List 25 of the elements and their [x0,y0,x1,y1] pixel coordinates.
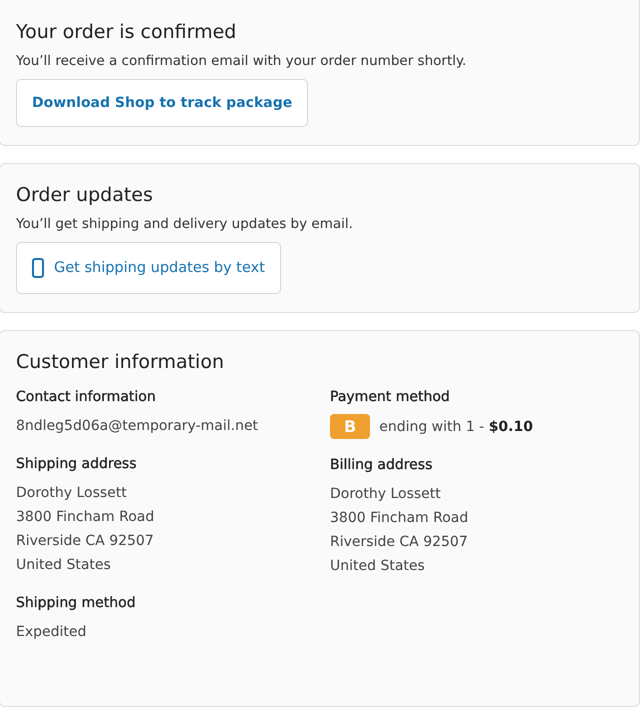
info-text: Dorothy Lossett [16,484,128,503]
card-brand-badge: B [330,414,370,439]
field-heading: Billing address [330,457,434,473]
section-title: Your order is confirmed [16,21,238,43]
field-heading: Contact information [16,389,157,405]
info-text: Expedited [16,623,88,642]
text-updates-button[interactable]: Get shipping updates by text [16,242,281,294]
download-shop-button[interactable]: Download Shop to track package [16,79,308,127]
description-text: You’ll get shipping and delivery updates by email. [16,216,354,232]
phone-icon [32,258,44,278]
info-text: Riverside CA 92507 [16,532,155,551]
info-text: Riverside CA 92507 [330,533,469,552]
info-text: 8ndleg5d06a@temporary-mail.net [16,417,260,436]
info-text: 3800 Fincham Road [16,508,156,527]
section-title: Customer information [16,351,225,373]
field-heading: Shipping method [16,595,137,611]
info-text: Dorothy Lossett [330,485,442,504]
payment-text: ending with 1 - $0.10 [379,418,533,434]
info-text: United States [330,557,426,576]
field-heading: Payment method [330,389,451,405]
info-text: United States [16,556,112,575]
section-title: Order updates [16,184,154,206]
info-text: 3800 Fincham Road [330,509,470,528]
field-heading: Shipping address [16,456,138,472]
description-text: You’ll receive a confirmation email with your order number shortly. [16,53,468,69]
